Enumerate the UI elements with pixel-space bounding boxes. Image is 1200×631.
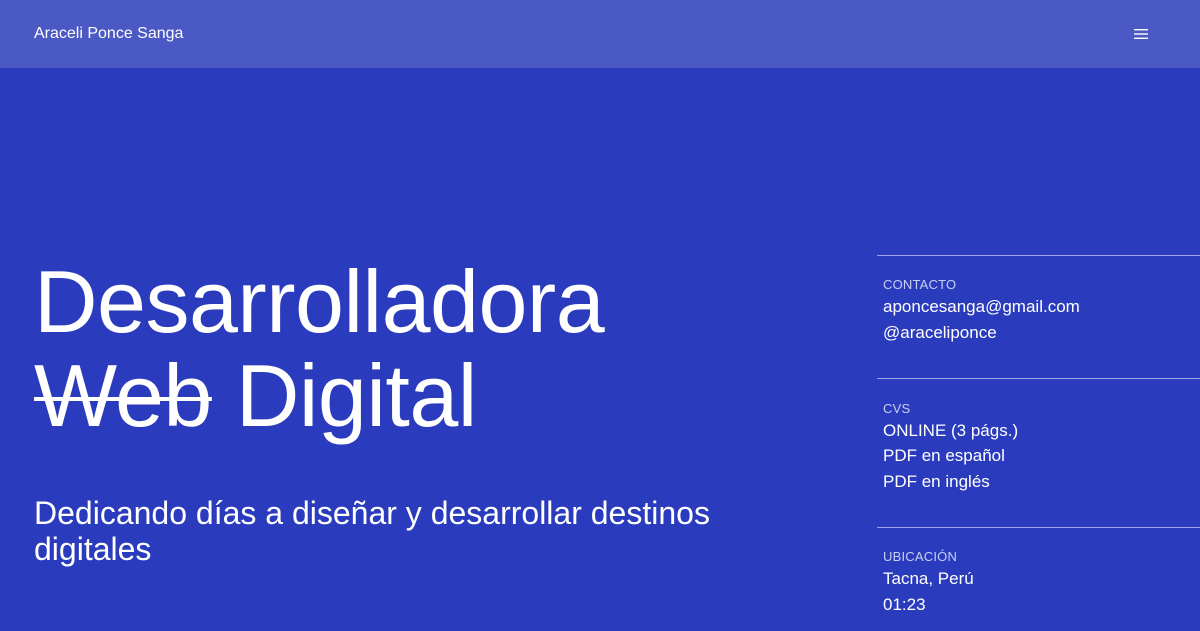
local-time: 01:23 [883, 595, 926, 614]
cv-pdf-english-link[interactable]: PDF en inglés [883, 471, 990, 493]
cv-pdf-spanish-link[interactable]: PDF en español [883, 445, 1005, 467]
hamburger-menu-icon [1134, 29, 1148, 39]
cvs-label: CVS [883, 401, 911, 416]
location-section: UBICACIÓN Tacna, Perú 01:23 [877, 527, 1200, 631]
hero-headline: Desarrolladora Web Digital [34, 252, 605, 443]
headline-line-1: Desarrolladora [34, 252, 605, 351]
contact-email-link[interactable]: aponcesanga@gmail.com [883, 296, 1080, 318]
contact-handle-link[interactable]: @araceliponce [883, 322, 997, 344]
cv-online-link[interactable]: ONLINE (3 págs.) [883, 420, 1018, 442]
struck-word: Web [34, 346, 212, 445]
headline-word-digital: Digital [235, 346, 478, 445]
menu-button[interactable] [1126, 22, 1156, 46]
top-navigation-bar: Araceli Ponce Sanga [0, 0, 1200, 68]
headline-line-2: Web Digital [34, 349, 604, 443]
location-label: UBICACIÓN [883, 549, 958, 564]
site-brand-link[interactable]: Araceli Ponce Sanga [34, 24, 183, 44]
cvs-section: CVS ONLINE (3 págs.) PDF en español PDF … [877, 378, 1200, 528]
hero-tagline: Dedicando días a diseñar y desarrollar d… [34, 495, 710, 567]
contact-section: CONTACTO aponcesanga@gmail.com @aracelip… [877, 255, 1200, 379]
contact-label: CONTACTO [883, 277, 957, 292]
location-city: Tacna, Perú [883, 569, 974, 588]
